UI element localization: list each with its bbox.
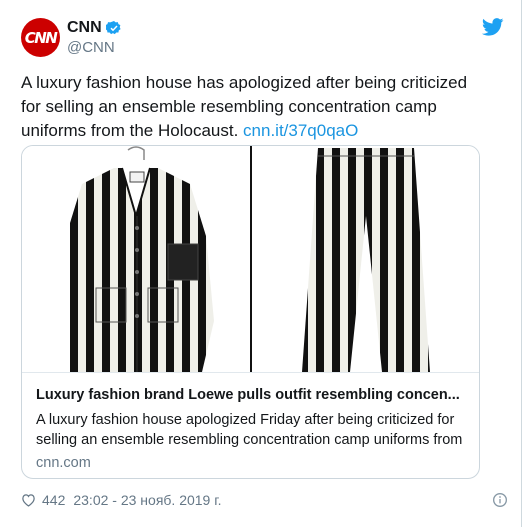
tweet-embed: CNN CNN @CNN A luxury fashion house has … bbox=[0, 0, 522, 527]
card-description: A luxury fashion house apologized Friday… bbox=[36, 412, 463, 448]
author-name[interactable]: CNN bbox=[67, 19, 102, 37]
striped-jacket-image bbox=[22, 146, 250, 372]
twitter-bird-icon[interactable] bbox=[482, 18, 504, 36]
info-icon[interactable] bbox=[492, 492, 508, 508]
avatar-logo-text: CNN bbox=[24, 28, 58, 47]
link-card[interactable]: Luxury fashion brand Loewe pulls outfit … bbox=[21, 145, 480, 479]
tweet-text: A luxury fashion house has apologized af… bbox=[21, 71, 491, 143]
tweet-footer: 442 23:02 - 23 нояб. 2019 г. bbox=[21, 492, 222, 508]
heart-icon[interactable] bbox=[21, 493, 36, 507]
author-handle[interactable]: @CNN bbox=[67, 39, 115, 56]
card-title[interactable]: Luxury fashion brand Loewe pulls outfit … bbox=[36, 387, 466, 403]
avatar[interactable]: CNN bbox=[21, 18, 60, 57]
like-count[interactable]: 442 bbox=[42, 492, 65, 508]
striped-trousers-image bbox=[252, 146, 479, 372]
tweet-link[interactable]: cnn.it/37q0qaO bbox=[243, 121, 358, 140]
card-domain: cnn.com bbox=[36, 455, 91, 471]
timestamp[interactable]: 23:02 - 23 нояб. 2019 г. bbox=[73, 492, 221, 508]
author-name-row[interactable]: CNN bbox=[67, 19, 122, 37]
verified-badge-icon bbox=[105, 21, 121, 35]
card-media[interactable] bbox=[22, 146, 479, 372]
card-body[interactable]: Luxury fashion brand Loewe pulls outfit … bbox=[22, 372, 479, 478]
